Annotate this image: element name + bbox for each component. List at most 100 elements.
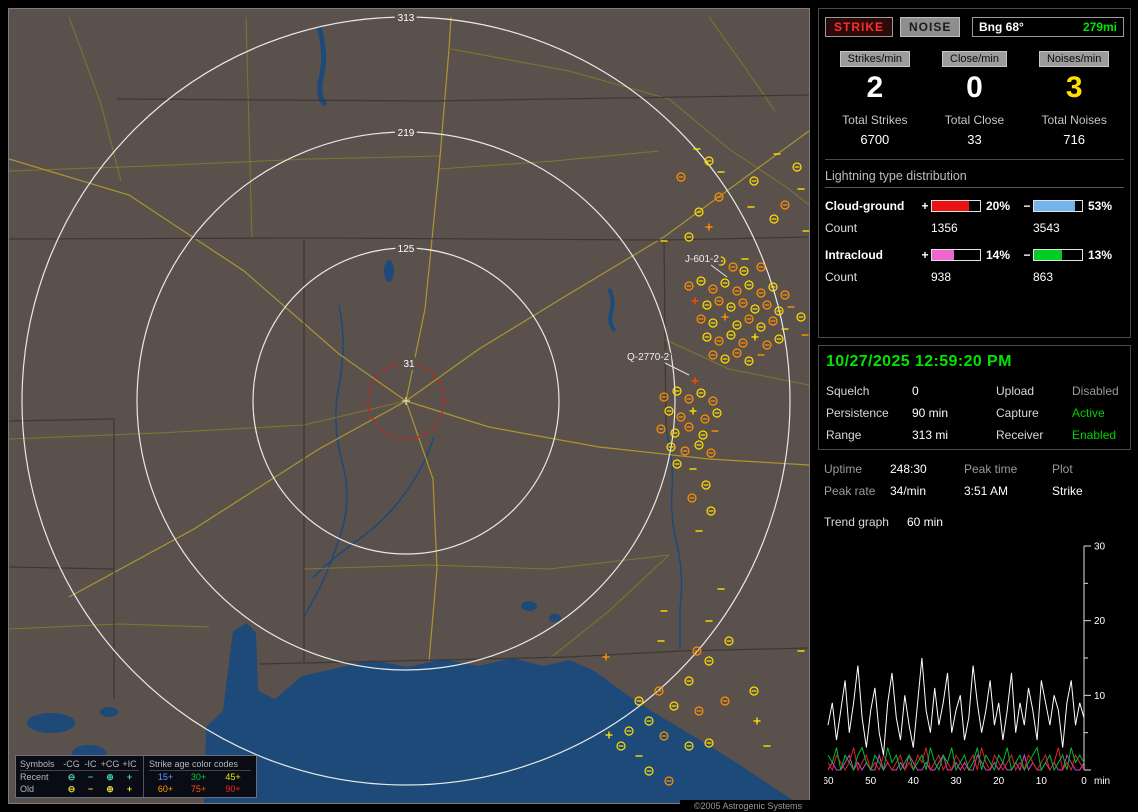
ic-minus-bar bbox=[1033, 249, 1083, 261]
cloud-ground-label: Cloud-ground bbox=[825, 199, 919, 213]
peak-rate-value: 34/min bbox=[890, 484, 964, 498]
svg-text:313: 313 bbox=[398, 13, 415, 24]
svg-text:min: min bbox=[1094, 776, 1110, 787]
legend-col-cg-neg: -CG bbox=[62, 758, 81, 771]
age-45: 45+ bbox=[215, 771, 251, 783]
svg-text:10: 10 bbox=[1094, 691, 1106, 702]
trend-graph-label: Trend graph bbox=[824, 515, 889, 529]
total-close: Total Close 33 bbox=[925, 113, 1025, 147]
svg-text:40: 40 bbox=[908, 776, 920, 787]
lightning-map[interactable]: 31321912531J-601-2Q-2770-2 Symbols -CG -… bbox=[8, 8, 810, 804]
total-strikes-label: Total Strikes bbox=[825, 113, 925, 127]
strike-symbols-layer bbox=[603, 149, 810, 785]
svg-text:30: 30 bbox=[1094, 542, 1106, 553]
legend-col-cg-pos: +CG bbox=[100, 758, 120, 771]
bearing-box: Bng 68° 279mi bbox=[972, 17, 1124, 37]
legend-age-header: Strike age color codes bbox=[149, 758, 251, 771]
settings-box: 10/27/2025 12:59:20 PM Squelch 0 Upload … bbox=[818, 345, 1131, 450]
plus-sign: + bbox=[919, 199, 931, 213]
cg-count-label: Count bbox=[825, 221, 931, 235]
close-per-min-value: 0 bbox=[925, 72, 1025, 104]
svg-text:50: 50 bbox=[865, 776, 877, 787]
total-noises-value: 716 bbox=[1024, 132, 1124, 147]
ic-neg-old-icon: − bbox=[81, 783, 100, 795]
plot-label: Plot bbox=[1052, 462, 1125, 476]
plus-sign: + bbox=[919, 248, 931, 262]
svg-text:J-601-2: J-601-2 bbox=[685, 254, 719, 265]
map-canvas[interactable]: 31321912531J-601-2Q-2770-2 bbox=[9, 9, 809, 803]
cg-plus-pct: 20% bbox=[981, 199, 1021, 213]
range-value: 313 mi bbox=[912, 428, 996, 442]
rates-row: Strikes/min 2 Close/min 0 Noises/min 3 bbox=[825, 51, 1124, 104]
datetime-display: 10/27/2025 12:59:20 PM bbox=[826, 353, 1123, 371]
noises-per-min-value: 3 bbox=[1024, 72, 1124, 104]
status-panel: STRIKE NOISE Bng 68° 279mi Strikes/min 2… bbox=[818, 8, 1131, 804]
strikes-per-min: Strikes/min 2 bbox=[825, 51, 925, 104]
range-label: Range bbox=[826, 428, 912, 442]
uptime-value: 248:30 bbox=[890, 462, 964, 476]
indicator-row: STRIKE NOISE Bng 68° 279mi bbox=[825, 15, 1124, 39]
bearing-range-value: 279mi bbox=[1083, 20, 1117, 34]
strike-legend: Symbols -CG -IC +CG +IC Recent ⊖ − ⊕ + O… bbox=[15, 755, 257, 798]
squelch-value: 0 bbox=[912, 384, 996, 398]
svg-text:125: 125 bbox=[398, 244, 415, 255]
ic-plus-count: 938 bbox=[931, 270, 1033, 284]
statistics-box: STRIKE NOISE Bng 68° 279mi Strikes/min 2… bbox=[818, 8, 1131, 338]
legend-old-label: Old bbox=[20, 783, 62, 795]
ic-plus-pct: 14% bbox=[981, 248, 1021, 262]
cg-minus-bar bbox=[1033, 200, 1083, 212]
persistence-value: 90 min bbox=[912, 406, 996, 420]
ic-neg-recent-icon: − bbox=[81, 771, 100, 783]
settings-grid: Squelch 0 Upload Disabled Persistence 90… bbox=[826, 384, 1123, 442]
totals-row: Total Strikes 6700 Total Close 33 Total … bbox=[825, 113, 1124, 160]
noise-indicator-button[interactable]: NOISE bbox=[900, 17, 960, 37]
total-noises: Total Noises 716 bbox=[1024, 113, 1124, 147]
total-strikes: Total Strikes 6700 bbox=[825, 113, 925, 147]
svg-text:219: 219 bbox=[398, 128, 415, 139]
squelch-label: Squelch bbox=[826, 384, 912, 398]
minus-sign: − bbox=[1021, 199, 1033, 213]
legend-col-ic-neg: -IC bbox=[81, 758, 100, 771]
svg-text:31: 31 bbox=[403, 359, 415, 370]
close-per-min-label: Close/min bbox=[942, 51, 1007, 67]
bearing-value: Bng 68° bbox=[979, 20, 1024, 34]
age-75: 75+ bbox=[182, 783, 215, 795]
total-close-label: Total Close bbox=[925, 113, 1025, 127]
cloud-ground-block: Cloud-ground + 20% − 53% Count 1356 3543 bbox=[825, 197, 1124, 237]
svg-text:60: 60 bbox=[824, 776, 834, 787]
receiver-status: Enabled bbox=[1072, 428, 1123, 442]
ic-plus-bar bbox=[931, 249, 981, 261]
cg-pos-recent-icon: ⊕ bbox=[100, 771, 120, 783]
upload-status: Disabled bbox=[1072, 384, 1123, 398]
cg-minus-pct: 53% bbox=[1083, 199, 1123, 213]
strike-indicator-button[interactable]: STRIKE bbox=[825, 17, 893, 37]
capture-status: Active bbox=[1072, 406, 1123, 420]
copyright-text: ©2005 Astrogenic Systems bbox=[680, 800, 810, 812]
trend-window-value: 60 min bbox=[907, 515, 943, 529]
uptime-section: Uptime 248:30 Peak time Plot Peak rate 3… bbox=[818, 450, 1131, 793]
noises-per-min-label: Noises/min bbox=[1039, 51, 1109, 67]
total-strikes-value: 6700 bbox=[825, 132, 925, 147]
receiver-label: Receiver bbox=[996, 428, 1072, 442]
peak-time-label: Peak time bbox=[964, 462, 1052, 476]
cg-plus-bar bbox=[931, 200, 981, 212]
highways-layer bbox=[9, 17, 809, 661]
nexstorm-window: 31321912531J-601-2Q-2770-2 Symbols -CG -… bbox=[0, 0, 1138, 812]
age-15: 15+ bbox=[149, 771, 182, 783]
upload-label: Upload bbox=[996, 384, 1072, 398]
svg-text:20: 20 bbox=[993, 776, 1005, 787]
cg-plus-count: 1356 bbox=[931, 221, 1033, 235]
legend-symbols-header: Symbols bbox=[20, 758, 62, 771]
cg-pos-old-icon: ⊕ bbox=[100, 783, 120, 795]
ic-pos-recent-icon: + bbox=[120, 771, 139, 783]
svg-text:10: 10 bbox=[1036, 776, 1048, 787]
plot-mode-value: Strike bbox=[1052, 484, 1125, 498]
legend-recent-label: Recent bbox=[20, 771, 62, 783]
peak-rate-label: Peak rate bbox=[824, 484, 890, 498]
uptime-label: Uptime bbox=[824, 462, 890, 476]
noises-per-min: Noises/min 3 bbox=[1024, 51, 1124, 104]
peak-time-value: 3:51 AM bbox=[964, 484, 1052, 498]
ic-minus-pct: 13% bbox=[1083, 248, 1123, 262]
svg-text:30: 30 bbox=[950, 776, 962, 787]
strikes-per-min-label: Strikes/min bbox=[840, 51, 910, 67]
